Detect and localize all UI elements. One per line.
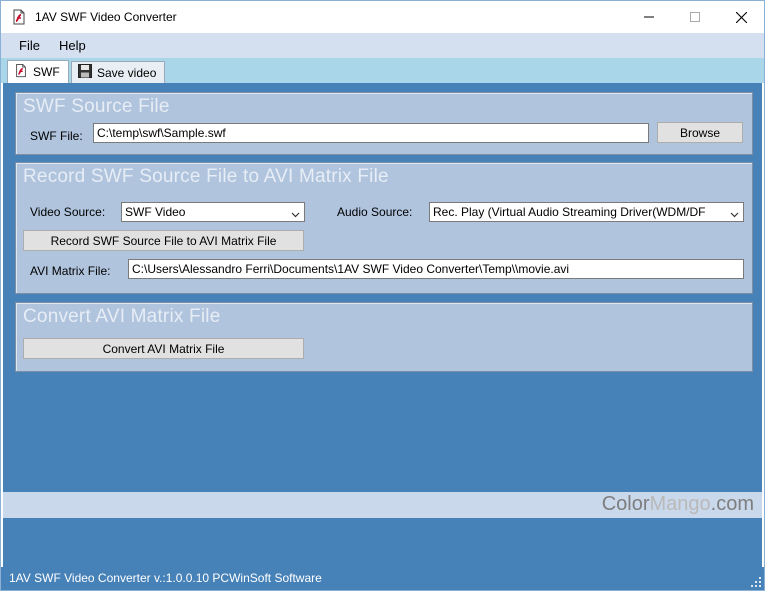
watermark-logo: ColorMango.com [601, 493, 754, 515]
swf-file-label: SWF File: [30, 129, 83, 143]
convert-title: Convert AVI Matrix File [23, 306, 221, 327]
main-panel: SWF Source File SWF File: C:\temp\swf\Sa… [3, 83, 762, 567]
record-group: Record SWF Source File to AVI Matrix Fil… [15, 162, 753, 294]
resize-grip-icon[interactable] [750, 576, 762, 588]
tab-save-video[interactable]: Save video [71, 61, 165, 83]
swf-file-icon [11, 9, 27, 25]
maximize-button[interactable] [672, 1, 718, 33]
video-source-select[interactable]: SWF Video [121, 202, 305, 222]
swf-file-input[interactable]: C:\temp\swf\Sample.swf [93, 123, 649, 143]
title-bar[interactable]: 1AV SWF Video Converter [1, 1, 764, 33]
status-text: 1AV SWF Video Converter v.:1.0.0.10 PCWi… [9, 571, 322, 585]
avi-matrix-input[interactable]: C:\Users\Alessandro Ferri\Documents\1AV … [128, 259, 744, 279]
chevron-down-icon [291, 208, 300, 218]
maximize-icon [690, 12, 700, 22]
app-window: 1AV SWF Video Converter File Help SWF Sa… [0, 0, 765, 591]
minimize-icon [644, 16, 654, 18]
status-bar: 1AV SWF Video Converter v.:1.0.0.10 PCWi… [1, 567, 764, 590]
window-title: 1AV SWF Video Converter [35, 10, 177, 24]
menu-help[interactable]: Help [59, 38, 86, 53]
tab-strip: SWF Save video [1, 58, 764, 83]
swf-file-icon [14, 63, 28, 81]
record-button[interactable]: Record SWF Source File to AVI Matrix Fil… [23, 230, 304, 251]
convert-button[interactable]: Convert AVI Matrix File [23, 338, 304, 359]
chevron-down-icon [730, 208, 739, 218]
avi-matrix-label: AVI Matrix File: [30, 264, 111, 278]
floppy-disk-icon [78, 64, 92, 81]
menu-bar: File Help [1, 33, 764, 58]
tab-swf-label: SWF [33, 65, 60, 79]
video-source-label: Video Source: [30, 205, 106, 219]
tab-save-video-label: Save video [97, 65, 157, 80]
watermark-band: ColorMango.com [3, 492, 762, 518]
audio-source-select[interactable]: Rec. Play (Virtual Audio Streaming Drive… [429, 202, 744, 222]
minimize-button[interactable] [626, 1, 672, 33]
convert-group: Convert AVI Matrix File Convert AVI Matr… [15, 302, 753, 372]
video-source-value: SWF Video [125, 205, 186, 219]
tab-swf[interactable]: SWF [7, 60, 69, 83]
audio-source-value: Rec. Play (Virtual Audio Streaming Drive… [433, 205, 706, 219]
swf-source-group: SWF Source File SWF File: C:\temp\swf\Sa… [15, 92, 753, 155]
audio-source-label: Audio Source: [337, 205, 413, 219]
close-button[interactable] [718, 1, 764, 33]
menu-file[interactable]: File [19, 38, 40, 53]
swf-source-title: SWF Source File [23, 96, 170, 117]
record-title: Record SWF Source File to AVI Matrix Fil… [23, 166, 389, 187]
browse-button[interactable]: Browse [657, 122, 743, 143]
close-icon [735, 11, 747, 23]
